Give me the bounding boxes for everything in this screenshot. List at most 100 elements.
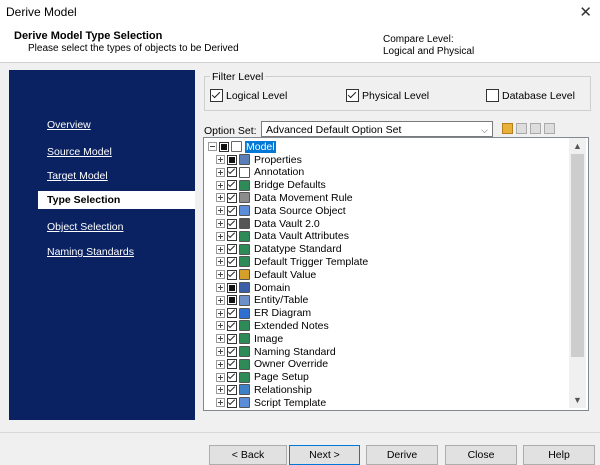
tree-checkbox[interactable] [227, 192, 237, 203]
help-button[interactable]: Help [523, 445, 595, 465]
nav-item-object-selection[interactable]: Object Selection [47, 221, 123, 233]
nav-item-source-model[interactable]: Source Model [47, 146, 112, 158]
expand-icon[interactable] [216, 244, 225, 254]
save-icon[interactable] [516, 123, 527, 134]
tree-item-row[interactable]: Default Trigger Template [216, 255, 369, 268]
tree-checkbox[interactable] [227, 333, 237, 344]
next-button[interactable]: Next > [289, 445, 360, 465]
tree-item-row[interactable]: Annotation [216, 166, 305, 179]
tree-checkbox[interactable] [227, 384, 237, 395]
expand-icon[interactable] [216, 308, 225, 318]
tree-item-label[interactable]: Naming Standard [253, 346, 337, 358]
expand-icon[interactable] [216, 283, 225, 292]
tree-item-row[interactable]: Datatype Standard [216, 243, 343, 256]
tree-item-label[interactable]: Script Template [253, 397, 327, 409]
tree-item-row[interactable]: Data Vault 2.0 [216, 217, 321, 230]
tree-item-label[interactable]: Properties [253, 154, 303, 166]
tree-item-row[interactable]: ER Diagram [216, 307, 312, 320]
tree-checkbox[interactable] [227, 154, 237, 165]
tree-item-label[interactable]: Default Value [253, 269, 317, 281]
tree-item-label[interactable]: Page Setup [253, 371, 310, 383]
expand-icon[interactable] [216, 295, 225, 305]
tree-root-label[interactable]: Model [245, 140, 276, 153]
tree-item-label[interactable]: Data Vault 2.0 [253, 218, 321, 230]
tree-item-label[interactable]: Extended Notes [253, 320, 330, 332]
tree-checkbox[interactable] [227, 167, 237, 178]
tree-checkbox[interactable] [227, 346, 237, 357]
database-level-checkbox[interactable]: Database Level [486, 89, 575, 102]
tree-checkbox[interactable] [219, 141, 229, 152]
nav-item-target-model[interactable]: Target Model [47, 170, 108, 182]
tree-item-row[interactable]: Relationship [216, 383, 313, 396]
tree-checkbox[interactable] [227, 269, 237, 280]
back-button[interactable]: < Back [209, 445, 287, 465]
scroll-thumb[interactable] [571, 154, 584, 357]
expand-icon[interactable] [216, 398, 225, 408]
tree-checkbox[interactable] [227, 180, 237, 191]
tree-checkbox[interactable] [227, 359, 237, 370]
tree-item-row[interactable]: Data Movement Rule [216, 191, 354, 204]
open-folder-icon[interactable] [502, 123, 513, 134]
tree-item-label[interactable]: Bridge Defaults [253, 179, 327, 191]
checkbox-box[interactable] [346, 89, 359, 102]
expand-icon[interactable] [216, 359, 225, 369]
nav-item-naming-standards[interactable]: Naming Standards [47, 246, 134, 258]
delete-icon[interactable] [544, 123, 555, 134]
tree-item-label[interactable]: Data Movement Rule [253, 192, 354, 204]
tree-checkbox[interactable] [227, 282, 237, 293]
tree-checkbox[interactable] [227, 256, 237, 267]
expand-icon[interactable] [216, 206, 225, 216]
tree-item-label[interactable]: Datatype Standard [253, 243, 343, 255]
tree-item-row[interactable]: Properties [216, 153, 303, 166]
close-button[interactable]: Close [445, 445, 517, 465]
tree-checkbox[interactable] [227, 218, 237, 229]
expand-icon[interactable] [216, 385, 225, 395]
tree-item-row[interactable]: Default Value [216, 268, 317, 281]
tree-item-row[interactable]: Script Template [216, 396, 327, 409]
close-icon[interactable]: ✕ [579, 3, 592, 21]
tree-item-label[interactable]: ER Diagram [253, 307, 312, 319]
expand-icon[interactable] [216, 257, 225, 267]
tree-scrollbar[interactable]: ▲ ▼ [569, 138, 586, 408]
tree-item-label[interactable]: Domain [253, 282, 291, 294]
expand-icon[interactable] [216, 219, 225, 228]
scroll-down-icon[interactable]: ▼ [569, 392, 586, 408]
tree-checkbox[interactable] [227, 308, 237, 319]
tree-item-label[interactable]: Relationship [253, 384, 313, 396]
tree-item-row[interactable]: Image [216, 332, 284, 345]
expand-icon[interactable] [216, 180, 225, 190]
tree-item-row[interactable]: Data Vault Attributes [216, 230, 350, 243]
tree-item-label[interactable]: Default Trigger Template [253, 256, 369, 268]
expand-icon[interactable] [216, 155, 225, 164]
tree-checkbox[interactable] [227, 372, 237, 383]
tree-item-row[interactable]: Owner Override [216, 358, 329, 371]
tree-item-label[interactable]: Annotation [253, 166, 305, 178]
type-tree[interactable]: Model Properties Annotation Bridge Default… [203, 137, 589, 411]
chevron-down-icon[interactable]: ⌵ [481, 122, 488, 138]
tree-item-row[interactable]: Naming Standard [216, 345, 337, 358]
physical-level-checkbox[interactable]: Physical Level [346, 89, 429, 102]
logical-level-checkbox[interactable]: Logical Level [210, 89, 287, 102]
tree-item-row[interactable]: Extended Notes [216, 319, 330, 332]
tree-checkbox[interactable] [227, 205, 237, 216]
checkbox-box[interactable] [486, 89, 499, 102]
tree-item-label[interactable]: Image [253, 333, 284, 345]
scroll-up-icon[interactable]: ▲ [569, 138, 586, 154]
checkbox-box[interactable] [210, 89, 223, 102]
tree-checkbox[interactable] [227, 231, 237, 242]
tree-item-label[interactable]: Data Vault Attributes [253, 230, 350, 242]
tree-checkbox[interactable] [227, 244, 237, 255]
tree-item-label[interactable]: Owner Override [253, 358, 329, 370]
tree-item-row[interactable]: Page Setup [216, 371, 310, 384]
expand-icon[interactable] [216, 372, 225, 382]
tree-item-label[interactable]: Data Source Object [253, 205, 347, 217]
expand-icon[interactable] [216, 270, 225, 280]
tree-item-row[interactable]: Bridge Defaults [216, 179, 327, 192]
tree-checkbox[interactable] [227, 295, 237, 306]
collapse-icon[interactable] [208, 142, 217, 151]
expand-icon[interactable] [216, 334, 225, 344]
tree-checkbox[interactable] [227, 397, 237, 408]
tree-item-label[interactable]: Entity/Table [253, 294, 309, 306]
tree-item-row[interactable]: Data Source Object [216, 204, 347, 217]
derive-button[interactable]: Derive [366, 445, 438, 465]
